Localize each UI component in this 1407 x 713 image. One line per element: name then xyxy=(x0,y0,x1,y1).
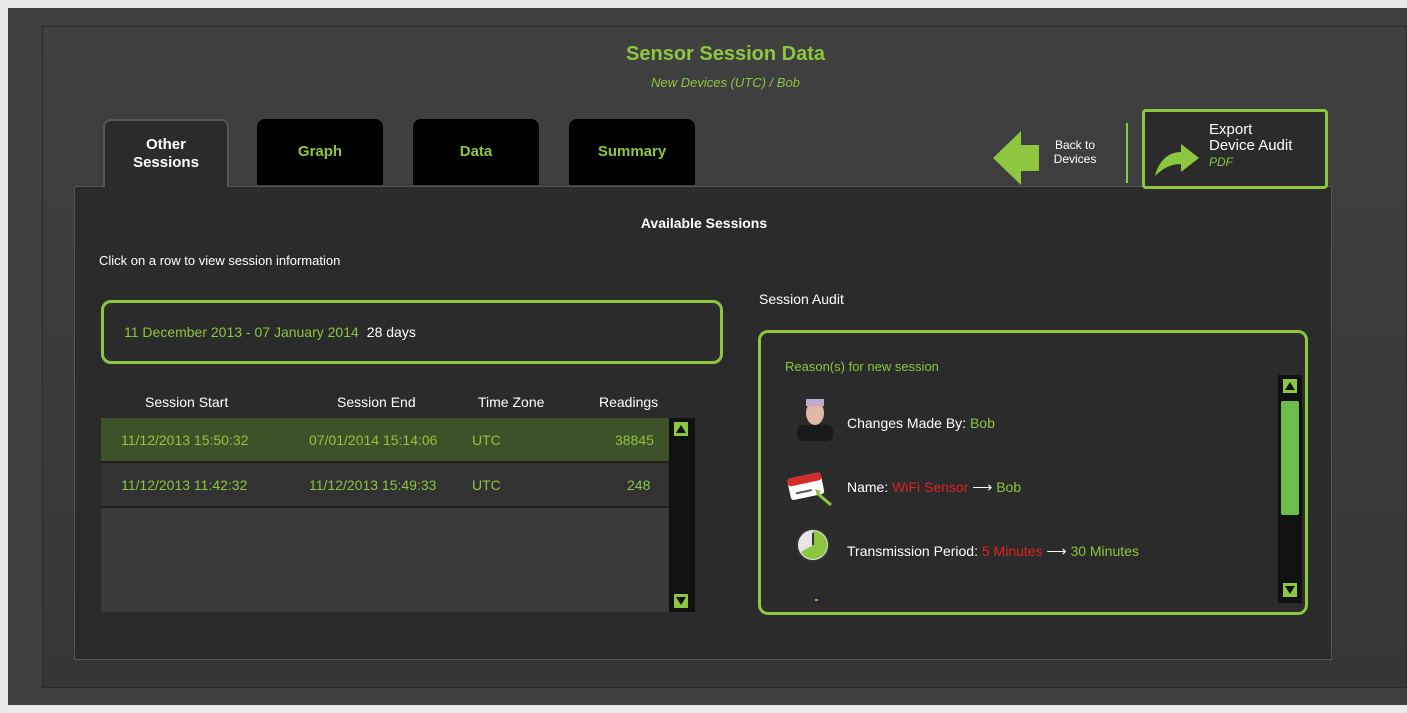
export-device-audit-button[interactable]: Export Device Audit PDF xyxy=(1142,109,1328,189)
table-row[interactable]: 11/12/2013 15:50:32 07/01/2014 15:14:06 … xyxy=(101,418,695,463)
selected-session-range[interactable]: 11 December 2013 - 07 January 2014 28 da… xyxy=(101,300,723,364)
column-header-session-start: Session Start xyxy=(145,394,229,410)
clock-icon xyxy=(796,528,830,562)
tab-summary[interactable]: Summary xyxy=(569,119,695,185)
session-audit-panel: Reason(s) for new session Changes Made B… xyxy=(758,330,1308,615)
tab-graph[interactable]: Graph xyxy=(257,119,383,185)
column-header-readings: Readings xyxy=(599,394,659,410)
export-label-line1: Export xyxy=(1209,121,1253,138)
reason-title: Reason(s) for new session xyxy=(785,359,939,374)
tab-label: Summary xyxy=(597,143,667,160)
export-label-line2: Device Audit xyxy=(1209,137,1293,154)
audit-scrollbar[interactable] xyxy=(1278,375,1302,603)
export-arrow-icon xyxy=(1155,144,1199,176)
column-header-time-zone: Time Zone xyxy=(478,394,545,410)
tab-label-line1: Other xyxy=(145,136,186,153)
name-change: Name: WiFi Sensor ⟶ Bob xyxy=(847,479,1022,495)
tab-content-panel: Available Sessions Click on a row to vie… xyxy=(74,186,1332,660)
name-tag-icon xyxy=(787,472,832,507)
session-duration: 28 days xyxy=(366,324,416,340)
cell-time-zone: UTC xyxy=(472,432,501,448)
scrollbar-thumb[interactable] xyxy=(1281,401,1299,515)
main-window: Sensor Session Data New Devices (UTC) / … xyxy=(42,26,1407,688)
cell-session-end: 07/01/2014 15:14:06 xyxy=(309,432,438,448)
available-sessions-title: Available Sessions xyxy=(640,215,768,231)
column-header-session-end: Session End xyxy=(337,394,416,410)
tab-label-line2: Sessions xyxy=(133,154,199,171)
sessions-scrollbar[interactable] xyxy=(669,418,695,612)
cell-session-start: 11/12/2013 11:42:32 xyxy=(121,477,248,493)
page-subtitle: New Devices (UTC) / Bob xyxy=(651,75,800,90)
tab-data[interactable]: Data xyxy=(413,119,539,185)
session-audit-label: Session Audit xyxy=(759,291,844,307)
cell-readings: 248 xyxy=(627,477,651,493)
back-button-label: Back to Devices xyxy=(1053,138,1097,166)
cell-time-zone: UTC xyxy=(472,477,501,493)
export-format-label: PDF xyxy=(1209,155,1233,169)
scroll-down-icon[interactable] xyxy=(674,594,688,608)
app-frame: Sensor Session Data New Devices (UTC) / … xyxy=(8,8,1407,705)
cell-session-end: 11/12/2013 15:49:33 xyxy=(309,477,437,493)
user-avatar-icon xyxy=(797,399,833,441)
back-arrow-icon xyxy=(993,131,1039,185)
instruction-text: Click on a row to view session informati… xyxy=(99,253,341,268)
changes-made-by: Changes Made By: Bob xyxy=(847,415,995,431)
partial-next-item-icon xyxy=(815,599,818,601)
tab-label: Data xyxy=(459,143,493,160)
cell-session-start: 11/12/2013 15:50:32 xyxy=(121,432,249,448)
page-title: Sensor Session Data xyxy=(626,43,825,65)
tab-label: Graph xyxy=(297,143,343,160)
back-to-devices-button[interactable]: Back to Devices xyxy=(993,127,1103,189)
session-date-range: 11 December 2013 - 07 January 2014 xyxy=(124,324,359,340)
scroll-down-icon[interactable] xyxy=(1283,583,1297,597)
scroll-up-icon[interactable] xyxy=(674,422,688,436)
transmission-period-change: Transmission Period: 5 Minutes ⟶ 30 Minu… xyxy=(847,543,1139,559)
cell-readings: 38845 xyxy=(615,432,654,448)
toolbar-divider xyxy=(1126,123,1128,183)
table-row[interactable]: 11/12/2013 11:42:32 11/12/2013 15:49:33 … xyxy=(101,463,695,508)
sessions-table: 11/12/2013 15:50:32 07/01/2014 15:14:06 … xyxy=(101,418,695,612)
scroll-up-icon[interactable] xyxy=(1283,379,1297,393)
tab-other-sessions[interactable]: Other Sessions xyxy=(103,119,229,187)
